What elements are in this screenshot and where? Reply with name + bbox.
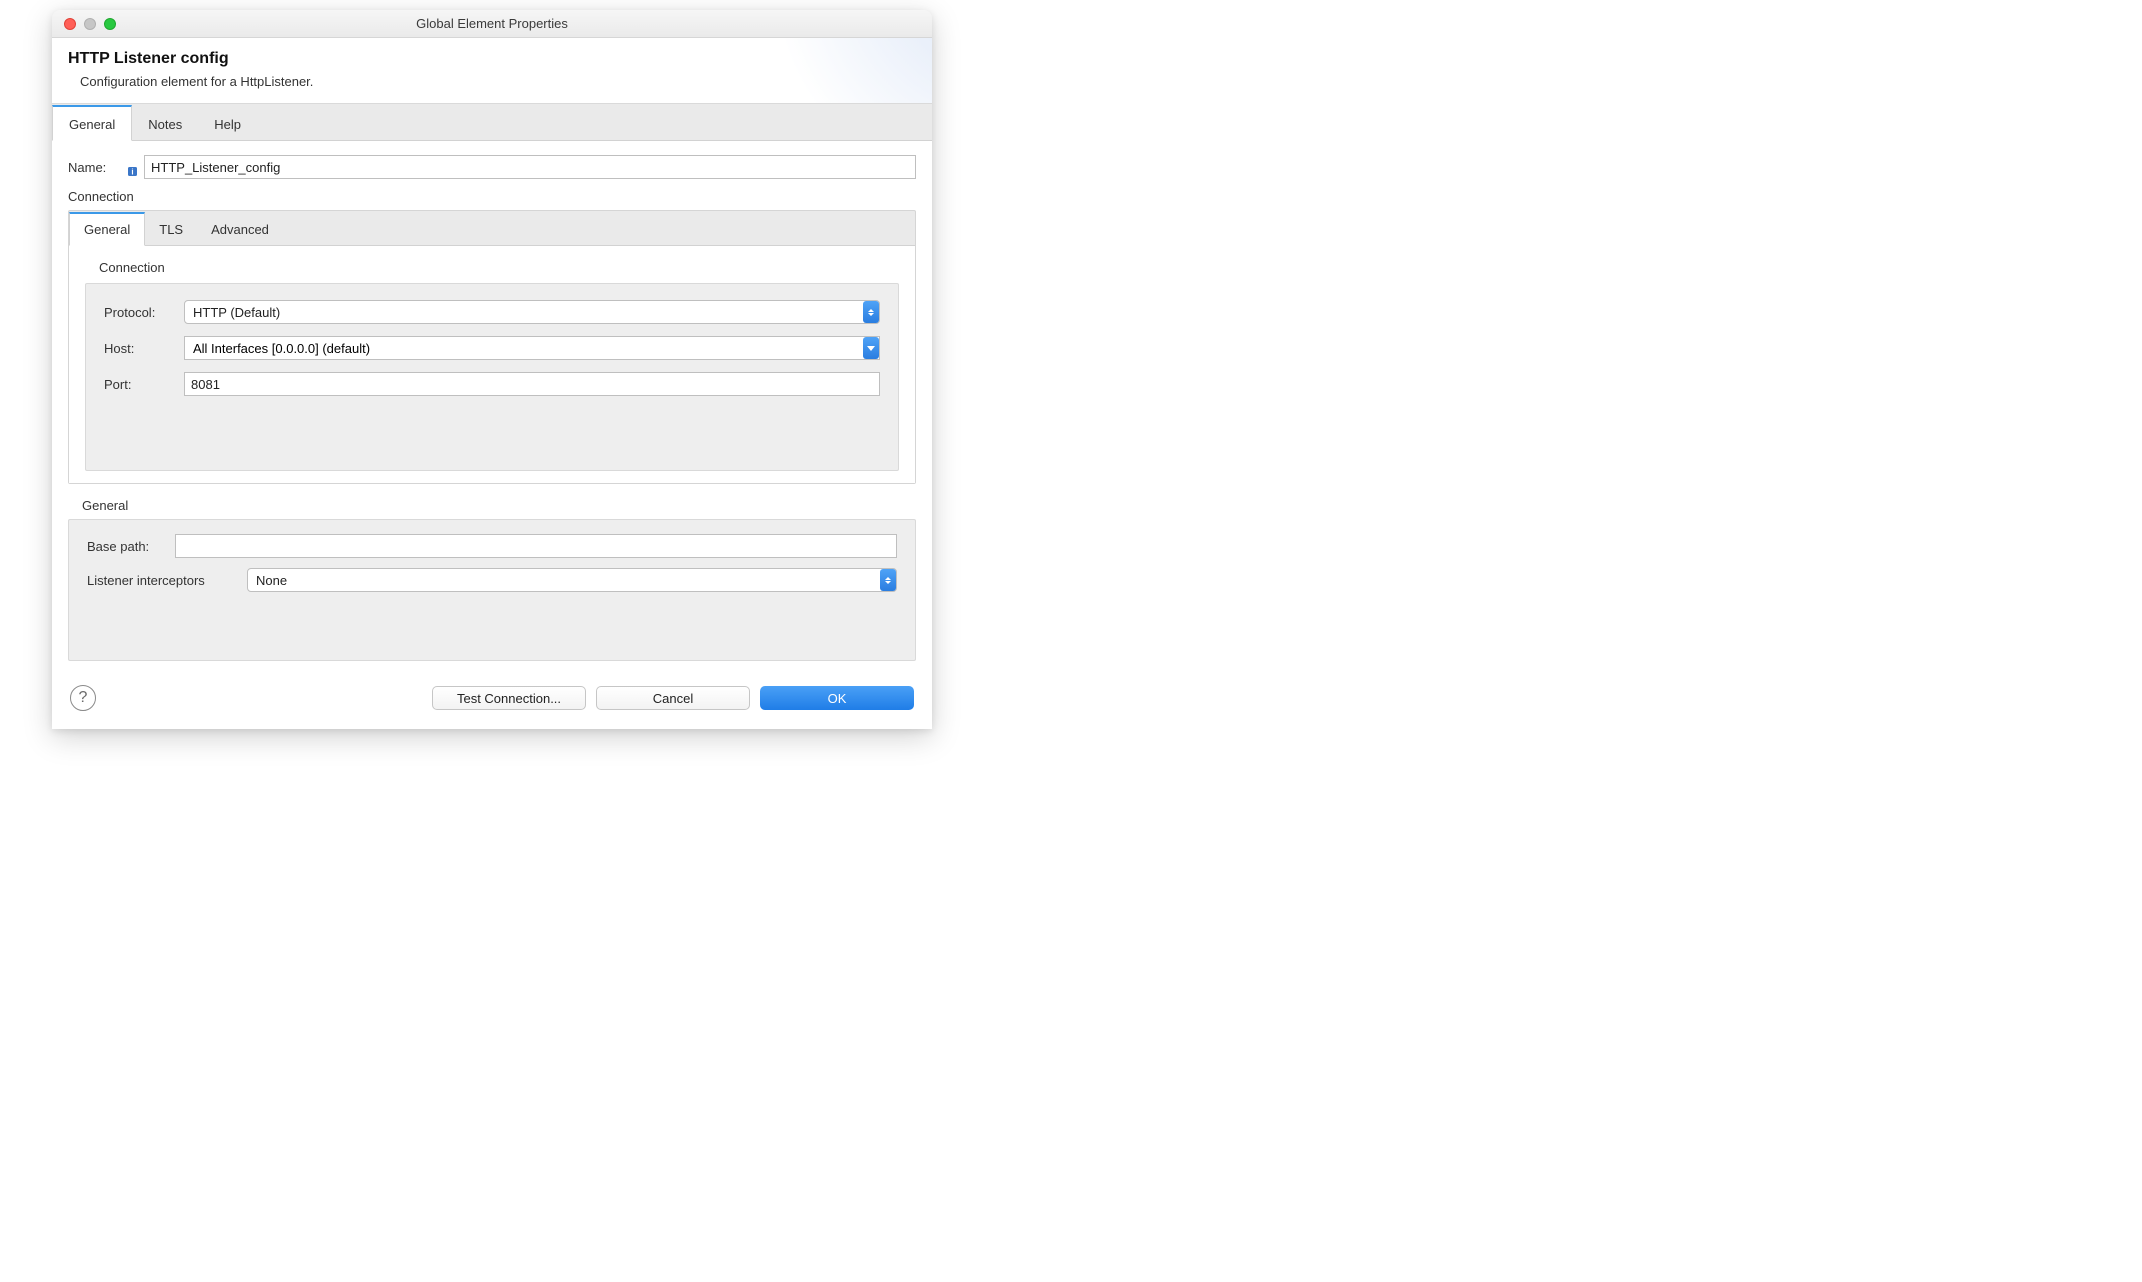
connection-section-label: Connection bbox=[68, 189, 916, 204]
test-connection-button[interactable]: Test Connection... bbox=[432, 686, 586, 710]
chevron-updown-icon bbox=[880, 569, 896, 591]
interceptors-select[interactable]: None bbox=[247, 568, 897, 592]
chevron-updown-icon bbox=[863, 301, 879, 323]
port-row: Port: bbox=[104, 372, 880, 396]
connection-panel: General TLS Advanced Connection Protocol… bbox=[68, 210, 916, 484]
host-row: Host: bbox=[104, 336, 880, 360]
connection-tab-advanced[interactable]: Advanced bbox=[197, 212, 283, 246]
tab-notes[interactable]: Notes bbox=[132, 105, 198, 141]
tab-help[interactable]: Help bbox=[198, 105, 257, 141]
tab-content: Name: i Connection General TLS Advanced … bbox=[52, 141, 932, 675]
ok-button[interactable]: OK bbox=[760, 686, 914, 710]
interceptors-label: Listener interceptors bbox=[87, 573, 247, 588]
base-path-label: Base path: bbox=[87, 539, 175, 554]
name-row: Name: i bbox=[68, 155, 916, 179]
dialog-subtitle: Configuration element for a HttpListener… bbox=[68, 74, 916, 89]
protocol-label: Protocol: bbox=[104, 305, 184, 320]
svg-text:i: i bbox=[131, 167, 133, 176]
host-label: Host: bbox=[104, 341, 184, 356]
question-icon: ? bbox=[79, 689, 88, 707]
dialog-footer: ? Test Connection... Cancel OK bbox=[52, 675, 932, 729]
main-tabs: General Notes Help bbox=[52, 104, 932, 141]
base-path-input[interactable] bbox=[175, 534, 897, 558]
port-label: Port: bbox=[104, 377, 184, 392]
base-path-row: Base path: bbox=[87, 534, 897, 558]
chevron-down-icon bbox=[863, 337, 879, 359]
interceptors-value: None bbox=[247, 568, 897, 592]
general-section-label: General bbox=[68, 498, 916, 513]
connection-panel-body: Connection Protocol: HTTP (Default) Host… bbox=[69, 246, 915, 483]
connection-subsection-label: Connection bbox=[85, 260, 899, 275]
host-combo[interactable] bbox=[184, 336, 880, 360]
help-button[interactable]: ? bbox=[70, 685, 96, 711]
interceptors-row: Listener interceptors None bbox=[87, 568, 897, 592]
host-input[interactable] bbox=[184, 336, 880, 360]
general-panel: Base path: Listener interceptors None bbox=[68, 519, 916, 661]
protocol-row: Protocol: HTTP (Default) bbox=[104, 300, 880, 324]
connection-tab-general[interactable]: General bbox=[69, 212, 145, 246]
dialog-header: HTTP Listener config Configuration eleme… bbox=[52, 38, 932, 104]
name-input[interactable] bbox=[144, 155, 916, 179]
titlebar: Global Element Properties bbox=[52, 10, 932, 38]
port-input[interactable] bbox=[184, 372, 880, 396]
info-icon: i bbox=[126, 165, 138, 177]
tab-general[interactable]: General bbox=[52, 105, 132, 141]
protocol-value: HTTP (Default) bbox=[184, 300, 880, 324]
window-title: Global Element Properties bbox=[52, 16, 932, 31]
dialog-window: Global Element Properties HTTP Listener … bbox=[52, 10, 932, 729]
connection-tab-tls[interactable]: TLS bbox=[145, 212, 197, 246]
cancel-button[interactable]: Cancel bbox=[596, 686, 750, 710]
protocol-select[interactable]: HTTP (Default) bbox=[184, 300, 880, 324]
dialog-title: HTTP Listener config bbox=[68, 50, 916, 68]
connection-form: Protocol: HTTP (Default) Host: bbox=[85, 283, 899, 471]
name-label: Name: bbox=[68, 160, 120, 175]
connection-tabs: General TLS Advanced bbox=[69, 211, 915, 246]
